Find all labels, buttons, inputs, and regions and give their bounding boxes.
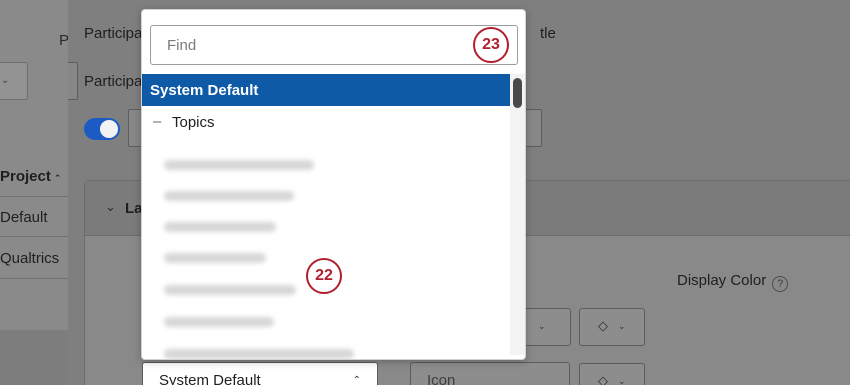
search-input[interactable]	[151, 26, 517, 64]
row2-color-select[interactable]: ◇ ⌄	[579, 363, 645, 385]
project-row-qualtrics[interactable]: Qualtrics	[0, 250, 59, 267]
diamond-icon: ◇	[598, 373, 608, 385]
minus-icon: –	[153, 113, 162, 130]
divider	[0, 196, 68, 197]
project-row-default[interactable]: Default	[0, 209, 48, 226]
chevron-down-icon: ⌄	[618, 321, 626, 331]
row1-color-select[interactable]: ◇ ⌄	[579, 308, 645, 346]
participant-label-2: Participa	[84, 73, 143, 90]
list-item[interactable]	[164, 222, 276, 232]
chevron-down-icon: ⌄	[1, 75, 10, 86]
topic-dropdown: System Default – Topics 23 22	[141, 9, 526, 360]
display-color-text: Display Color	[677, 272, 767, 289]
sort-ascending-icon: ⌃	[53, 173, 62, 183]
callout-badge-search: 23	[473, 27, 509, 63]
list-item[interactable]	[164, 349, 354, 359]
display-color-label: Display Color?	[677, 272, 789, 292]
list-item[interactable]	[164, 285, 296, 295]
icon-select-value: Icon	[427, 372, 456, 385]
trigger-value: System Default	[159, 372, 261, 385]
divider	[0, 236, 68, 237]
scrollbar-thumb[interactable]	[513, 78, 522, 108]
section-title: La	[125, 200, 143, 217]
icon-select[interactable]: Icon	[410, 362, 570, 385]
list-item[interactable]	[164, 191, 294, 201]
topic-select-trigger[interactable]: System Default ⌃	[142, 362, 378, 385]
option-system-default[interactable]: System Default	[142, 74, 510, 106]
left-field[interactable]	[68, 62, 78, 100]
group-topics[interactable]: – Topics	[142, 106, 510, 138]
list-item[interactable]	[164, 317, 274, 327]
list-item[interactable]	[164, 253, 266, 263]
chevron-up-icon: ⌃	[352, 375, 361, 385]
option-label: System Default	[150, 82, 259, 99]
chevron-down-icon: ⌄	[105, 199, 116, 214]
search-field[interactable]	[150, 25, 518, 65]
diamond-icon: ◇	[598, 318, 608, 333]
participant-label-1: Participa	[84, 25, 143, 42]
left-panel: ⌄ P Project ⌃ Default Qualtrics	[0, 0, 68, 385]
scrollbar-track[interactable]	[510, 74, 525, 355]
title-label-partial: tle	[540, 25, 556, 42]
list-item[interactable]	[164, 160, 314, 170]
left-footer	[0, 330, 68, 385]
project-heading-label: Project	[0, 168, 51, 185]
left-select[interactable]: ⌄	[0, 62, 28, 100]
divider	[0, 278, 68, 279]
participant-toggle[interactable]	[84, 118, 120, 140]
group-label: Topics	[172, 114, 215, 131]
question-circle-icon[interactable]: ?	[772, 276, 789, 292]
option-list: System Default – Topics	[142, 74, 510, 359]
chevron-down-icon: ⌄	[538, 321, 546, 331]
left-partial-label: P	[59, 32, 68, 49]
chevron-down-icon: ⌄	[618, 376, 626, 385]
project-column-heading[interactable]: Project ⌃	[0, 168, 61, 185]
callout-badge-list: 22	[306, 258, 342, 294]
